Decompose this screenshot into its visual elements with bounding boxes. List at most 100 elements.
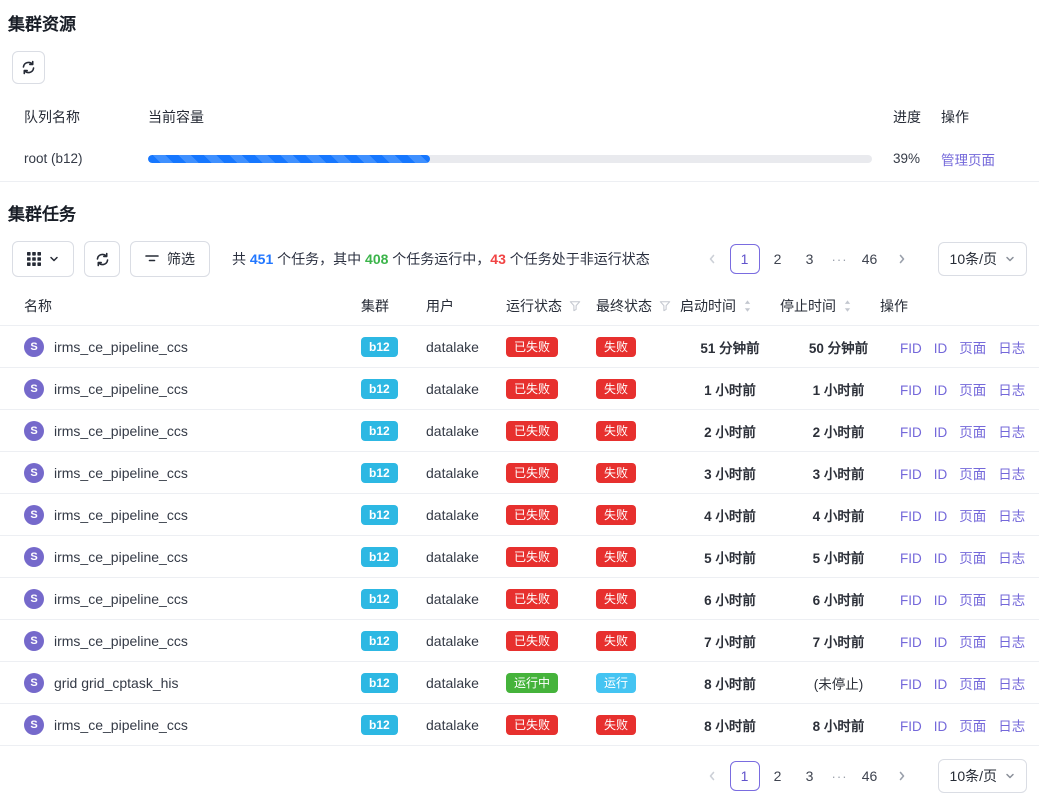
page-ellipsis[interactable]: ··· (828, 252, 852, 267)
avatar: S (24, 715, 44, 735)
page-link[interactable]: 页面 (959, 677, 986, 692)
id-link[interactable]: ID (934, 635, 948, 650)
cluster-badge: b12 (361, 379, 398, 399)
page-ellipsis[interactable]: ··· (828, 769, 852, 784)
log-link[interactable]: 日志 (998, 341, 1025, 356)
col-current-capacity: 当前容量 (148, 107, 893, 127)
manage-page-link[interactable]: 管理页面 (941, 153, 995, 168)
avatar: S (24, 337, 44, 357)
log-link[interactable]: 日志 (998, 551, 1025, 566)
id-link[interactable]: ID (934, 341, 948, 356)
page-link[interactable]: 页面 (959, 467, 986, 482)
run-status-badge: 已失败 (506, 337, 558, 357)
start-time: 7 小时前 (680, 631, 790, 651)
log-link[interactable]: 日志 (998, 425, 1025, 440)
row-ops: FID ID 页面日志 (897, 337, 1039, 357)
fid-link[interactable]: FID (900, 425, 922, 440)
log-link[interactable]: 日志 (998, 383, 1025, 398)
filter-button[interactable]: 筛选 (130, 241, 210, 277)
sort-icon[interactable] (743, 299, 752, 313)
user-label: datalake (426, 339, 506, 355)
page-size-select[interactable]: 10条/页 (938, 759, 1027, 793)
fid-link[interactable]: FID (900, 677, 922, 692)
final-status-badge: 失败 (596, 505, 636, 525)
fid-link[interactable]: FID (900, 383, 922, 398)
user-label: datalake (426, 381, 506, 397)
log-link[interactable]: 日志 (998, 719, 1025, 734)
page-button-1[interactable]: 1 (730, 761, 760, 791)
table-row: S irms_ce_pipeline_ccs b12 datalake 已失败 … (0, 452, 1039, 494)
fid-link[interactable]: FID (900, 467, 922, 482)
page-link[interactable]: 页面 (959, 719, 986, 734)
page-link[interactable]: 页面 (959, 341, 986, 356)
id-link[interactable]: ID (934, 425, 948, 440)
page-button-last[interactable]: 46 (856, 762, 884, 790)
id-link[interactable]: ID (934, 677, 948, 692)
id-link[interactable]: ID (934, 719, 948, 734)
id-link[interactable]: ID (934, 551, 948, 566)
page-link[interactable]: 页面 (959, 593, 986, 608)
task-name: grid grid_cptask_his (54, 675, 179, 691)
refresh-icon (21, 60, 36, 75)
log-link[interactable]: 日志 (998, 593, 1025, 608)
run-status-badge: 已失败 (506, 589, 558, 609)
log-link[interactable]: 日志 (998, 467, 1025, 482)
prev-page-button[interactable] (698, 762, 726, 790)
next-page-button[interactable] (888, 762, 916, 790)
stop-time: (未停止) (790, 673, 897, 693)
next-page-button[interactable] (888, 245, 916, 273)
fid-link[interactable]: FID (900, 341, 922, 356)
page-link[interactable]: 页面 (959, 425, 986, 440)
run-status-badge: 已失败 (506, 379, 558, 399)
row-ops: FID ID 页面日志 (897, 673, 1039, 693)
task-name: irms_ce_pipeline_ccs (54, 591, 188, 607)
page-link[interactable]: 页面 (959, 383, 986, 398)
filter-funnel-icon[interactable] (659, 300, 671, 312)
page-button-1[interactable]: 1 (730, 244, 760, 274)
resources-refresh-button[interactable] (12, 51, 45, 84)
id-link[interactable]: ID (934, 467, 948, 482)
row-ops: FID ID 页面日志 (897, 505, 1039, 525)
fid-link[interactable]: FID (900, 551, 922, 566)
summary-text: 个任务，其中 (273, 251, 365, 267)
page-link[interactable]: 页面 (959, 635, 986, 650)
run-status-badge: 已失败 (506, 547, 558, 567)
stop-time: 2 小时前 (790, 421, 897, 441)
id-link[interactable]: ID (934, 593, 948, 608)
id-link[interactable]: ID (934, 383, 948, 398)
log-link[interactable]: 日志 (998, 509, 1025, 524)
task-name: irms_ce_pipeline_ccs (54, 549, 188, 565)
filter-funnel-icon[interactable] (569, 300, 581, 312)
fid-link[interactable]: FID (900, 509, 922, 524)
sort-icon[interactable] (843, 299, 852, 313)
col-user: 用户 (426, 296, 506, 316)
table-row: S irms_ce_pipeline_ccs b12 datalake 已失败 … (0, 536, 1039, 578)
fid-link[interactable]: FID (900, 635, 922, 650)
cluster-badge: b12 (361, 673, 398, 693)
layout-grid-button[interactable] (12, 241, 74, 277)
page-button-last[interactable]: 46 (856, 245, 884, 273)
fid-link[interactable]: FID (900, 593, 922, 608)
tasks-refresh-button[interactable] (84, 241, 120, 277)
page-link[interactable]: 页面 (959, 551, 986, 566)
log-link[interactable]: 日志 (998, 635, 1025, 650)
avatar: S (24, 673, 44, 693)
chevron-down-icon (1005, 771, 1015, 781)
table-row: S irms_ce_pipeline_ccs b12 datalake 已失败 … (0, 494, 1039, 536)
page-link[interactable]: 页面 (959, 509, 986, 524)
prev-page-button[interactable] (698, 245, 726, 273)
page-button-2[interactable]: 2 (764, 762, 792, 790)
task-table-header: 名称 集群 用户 运行状态 最终状态 启动时间 (0, 287, 1039, 326)
page-size-select[interactable]: 10条/页 (938, 242, 1027, 276)
resources-table: 队列名称 当前容量 进度 操作 root (b12) 39% 管理页面 (0, 98, 1039, 182)
page-button-2[interactable]: 2 (764, 245, 792, 273)
running-count: 408 (365, 251, 388, 267)
log-link[interactable]: 日志 (998, 677, 1025, 692)
id-link[interactable]: ID (934, 509, 948, 524)
stop-time: 3 小时前 (790, 463, 897, 483)
page-button-3[interactable]: 3 (796, 762, 824, 790)
fid-link[interactable]: FID (900, 719, 922, 734)
col-queue-name: 队列名称 (0, 107, 148, 127)
row-ops: FID ID 页面日志 (897, 421, 1039, 441)
page-button-3[interactable]: 3 (796, 245, 824, 273)
